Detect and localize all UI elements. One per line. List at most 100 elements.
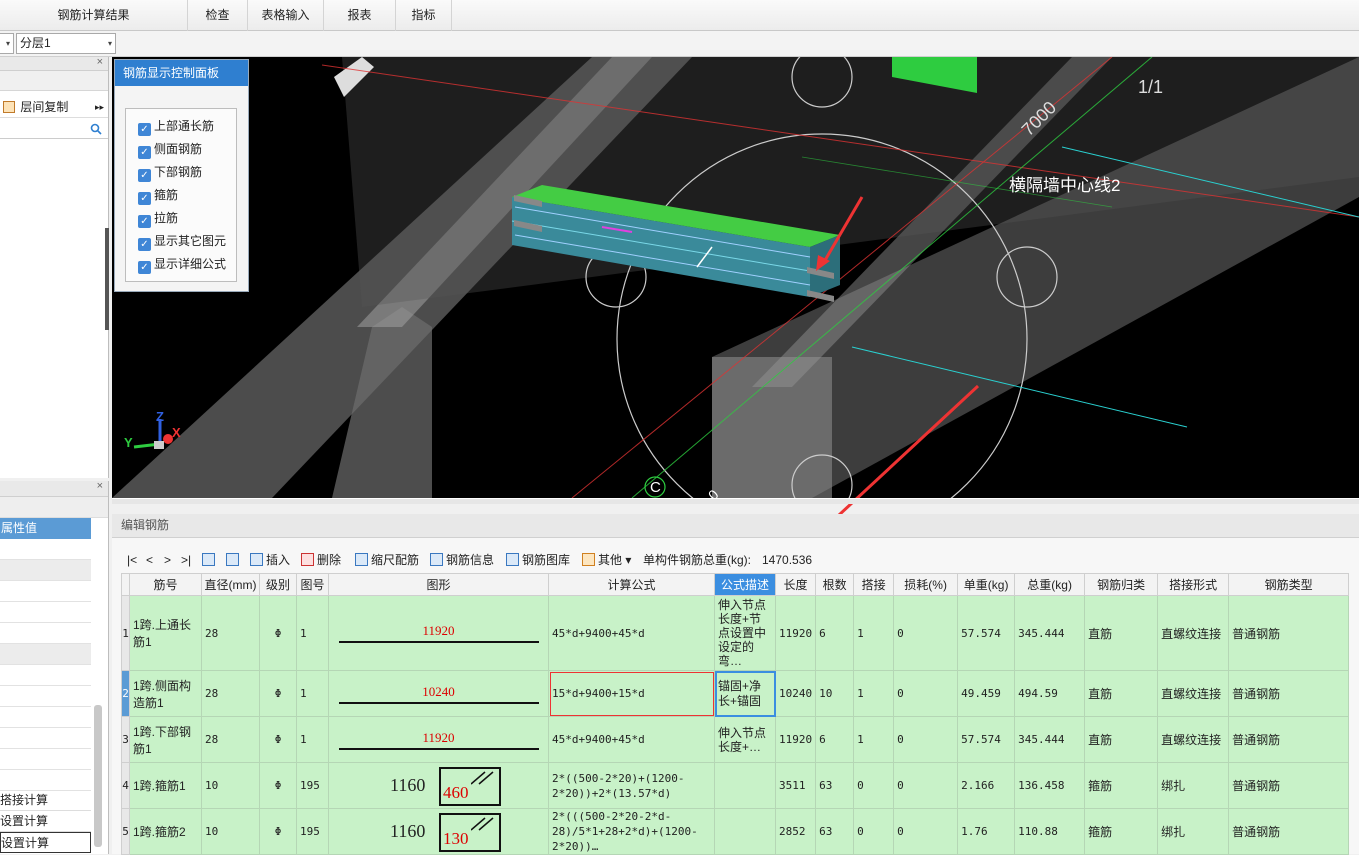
cell-loss[interactable]: 0 (893, 716, 959, 763)
cell-diameter[interactable]: 28 (201, 716, 260, 763)
scrollbar-thumb[interactable] (94, 705, 102, 847)
floor-select[interactable]: 分层1 ▾ (16, 33, 116, 54)
cell-figure[interactable]: 1 (296, 670, 329, 717)
cell-rebar-type[interactable]: 普通钢筋 (1228, 595, 1350, 671)
checkbox-other-elements[interactable]: ✓ 显示其它图元 (138, 232, 226, 251)
search-icon[interactable] (90, 123, 102, 135)
cell-description[interactable]: 伸入节点长度+节点设置中设定的弯… (714, 595, 776, 671)
col-header[interactable]: 总重(kg) (1014, 573, 1086, 596)
cell-total-weight[interactable]: 345.444 (1014, 716, 1086, 763)
col-header[interactable]: 根数 (815, 573, 855, 596)
cell-total-weight[interactable]: 110.88 (1014, 808, 1086, 855)
table-row-selected[interactable]: 2 1跨.侧面构造筋1 28 Φ 1 10240 15*d+9400+15*d … (121, 670, 1350, 717)
cell-figure[interactable]: 1 (296, 716, 329, 763)
cell-shape[interactable]: 1160 130 (328, 808, 549, 855)
cell-description[interactable] (714, 808, 776, 855)
cell-rebar-type[interactable]: 普通钢筋 (1228, 808, 1350, 855)
cell-formula[interactable]: 45*d+9400+45*d (548, 716, 715, 763)
cell-total-weight[interactable]: 136.458 (1014, 762, 1086, 809)
cell-description[interactable]: 伸入节点长度+… (714, 716, 776, 763)
cell-length[interactable]: 3511 (774, 762, 817, 809)
move-up-button[interactable] (202, 549, 218, 571)
checkbox-top-rebar[interactable]: ✓ 上部通长筋 (138, 117, 214, 136)
col-header[interactable]: 长度 (774, 573, 817, 596)
menu-check[interactable]: 检查 (188, 0, 248, 31)
other-menu-button[interactable]: 其他 ▾ (582, 549, 631, 571)
checkmark-icon[interactable]: ✓ (138, 215, 151, 228)
cell-diameter[interactable]: 10 (201, 762, 260, 809)
col-header[interactable]: 钢筋类型 (1228, 573, 1350, 596)
cell-lap[interactable]: 0 (853, 808, 895, 855)
cell-length[interactable]: 11920 (774, 716, 817, 763)
checkmark-icon[interactable]: ✓ (138, 192, 151, 205)
cell-category[interactable]: 直筋 (1084, 716, 1159, 763)
close-icon[interactable]: × (97, 480, 103, 492)
cell-description[interactable]: 锚固+净长+锚固 (714, 670, 776, 717)
row-number[interactable]: 1 (121, 595, 130, 671)
cell-count[interactable]: 63 (815, 808, 855, 855)
checkmark-icon[interactable]: ✓ (138, 146, 151, 159)
cell-loss[interactable]: 0 (893, 762, 959, 809)
cell-lap-type[interactable]: 直螺纹连接 (1157, 716, 1230, 763)
cell-count[interactable]: 6 (815, 716, 855, 763)
cell-count[interactable]: 10 (815, 670, 855, 717)
cell-category[interactable]: 箍筋 (1084, 808, 1159, 855)
checkbox-bottom-rebar[interactable]: ✓ 下部钢筋 (138, 163, 202, 182)
cell-diameter[interactable]: 10 (201, 808, 260, 855)
viewport-splitter[interactable] (112, 498, 1359, 504)
col-header[interactable]: 直径(mm) (201, 573, 260, 596)
cell-length[interactable]: 2852 (774, 808, 817, 855)
cell-rebar-type[interactable]: 普通钢筋 (1228, 716, 1350, 763)
table-row[interactable]: 1 1跨.上通长筋1 28 Φ 1 11920 45*d+9400+45*d 伸… (121, 595, 1350, 671)
cell-lap[interactable]: 1 (853, 716, 895, 763)
cell-grade[interactable]: Φ (259, 716, 297, 763)
expand-icon[interactable]: ▸▸ (95, 96, 104, 118)
setting-calc-item-selected[interactable]: 设置计算 (0, 832, 91, 853)
cell-formula[interactable]: 15*d+9400+15*d (548, 670, 715, 717)
cell-loss[interactable]: 0 (893, 808, 959, 855)
delete-button[interactable]: 删除 (301, 549, 341, 571)
cell-count[interactable]: 6 (815, 595, 855, 671)
cell-unit-weight[interactable]: 57.574 (957, 716, 1016, 763)
copy-floor-row[interactable]: 层间复制 ▸▸ (0, 96, 108, 118)
cell-length[interactable]: 11920 (774, 595, 817, 671)
cell-unit-weight[interactable]: 49.459 (957, 670, 1016, 717)
tree-search-input[interactable] (0, 119, 108, 139)
rebar-library-button[interactable]: 钢筋图库 (506, 549, 570, 571)
cell-lap-type[interactable]: 直螺纹连接 (1157, 595, 1230, 671)
cell-count[interactable]: 63 (815, 762, 855, 809)
cell-formula[interactable]: 2*(((500-2*20-2*d-28)/5*1+28+2*d)+(1200-… (548, 808, 715, 855)
cell-figure[interactable]: 195 (296, 808, 329, 855)
cell-lap[interactable]: 1 (853, 595, 895, 671)
cell-unit-weight[interactable]: 2.166 (957, 762, 1016, 809)
checkmark-icon[interactable]: ✓ (138, 261, 151, 274)
cell-category[interactable]: 直筋 (1084, 670, 1159, 717)
table-row[interactable]: 4 1跨.箍筋1 10 Φ 195 1160 460 2*((500-2*20)… (121, 762, 1350, 809)
menu-index[interactable]: 指标 (396, 0, 452, 31)
cell-total-weight[interactable]: 345.444 (1014, 595, 1086, 671)
cell-name[interactable]: 1跨.侧面构造筋1 (129, 670, 202, 717)
col-header[interactable]: 级别 (259, 573, 297, 596)
col-header[interactable]: 钢筋归类 (1084, 573, 1159, 596)
cell-formula[interactable]: 2*((500-2*20)+(1200-2*20))+2*(13.57*d) (548, 762, 715, 809)
setting-calc-item[interactable]: 设置计算 (0, 811, 91, 832)
cell-name[interactable]: 1跨.箍筋1 (129, 762, 202, 809)
col-header[interactable]: 搭接 (853, 573, 895, 596)
scale-rebar-button[interactable]: 缩尺配筋 (355, 549, 419, 571)
3d-viewport[interactable]: 7000 1/1 横隔墙中心线2 C 0 Z Y X (112, 57, 1359, 498)
move-down-button[interactable] (226, 549, 242, 571)
cell-total-weight[interactable]: 494.59 (1014, 670, 1086, 717)
cell-description[interactable] (714, 762, 776, 809)
nav-next-button[interactable]: > (164, 549, 171, 571)
table-row[interactable]: 3 1跨.下部钢筋1 28 Φ 1 11920 45*d+9400+45*d 伸… (121, 716, 1350, 763)
cell-figure[interactable]: 1 (296, 595, 329, 671)
cell-loss[interactable]: 0 (893, 670, 959, 717)
close-icon[interactable]: × (97, 56, 103, 68)
table-row[interactable]: 5 1跨.箍筋2 10 Φ 195 1160 130 2*(((500-2*20… (121, 808, 1350, 855)
cell-unit-weight[interactable]: 1.76 (957, 808, 1016, 855)
checkbox-tie-bar[interactable]: ✓ 拉筋 (138, 209, 178, 228)
cell-rebar-type[interactable]: 普通钢筋 (1228, 670, 1350, 717)
cell-lap-type[interactable]: 绑扎 (1157, 762, 1230, 809)
cell-grade[interactable]: Φ (259, 595, 297, 671)
cell-shape[interactable]: 1160 460 (328, 762, 549, 809)
